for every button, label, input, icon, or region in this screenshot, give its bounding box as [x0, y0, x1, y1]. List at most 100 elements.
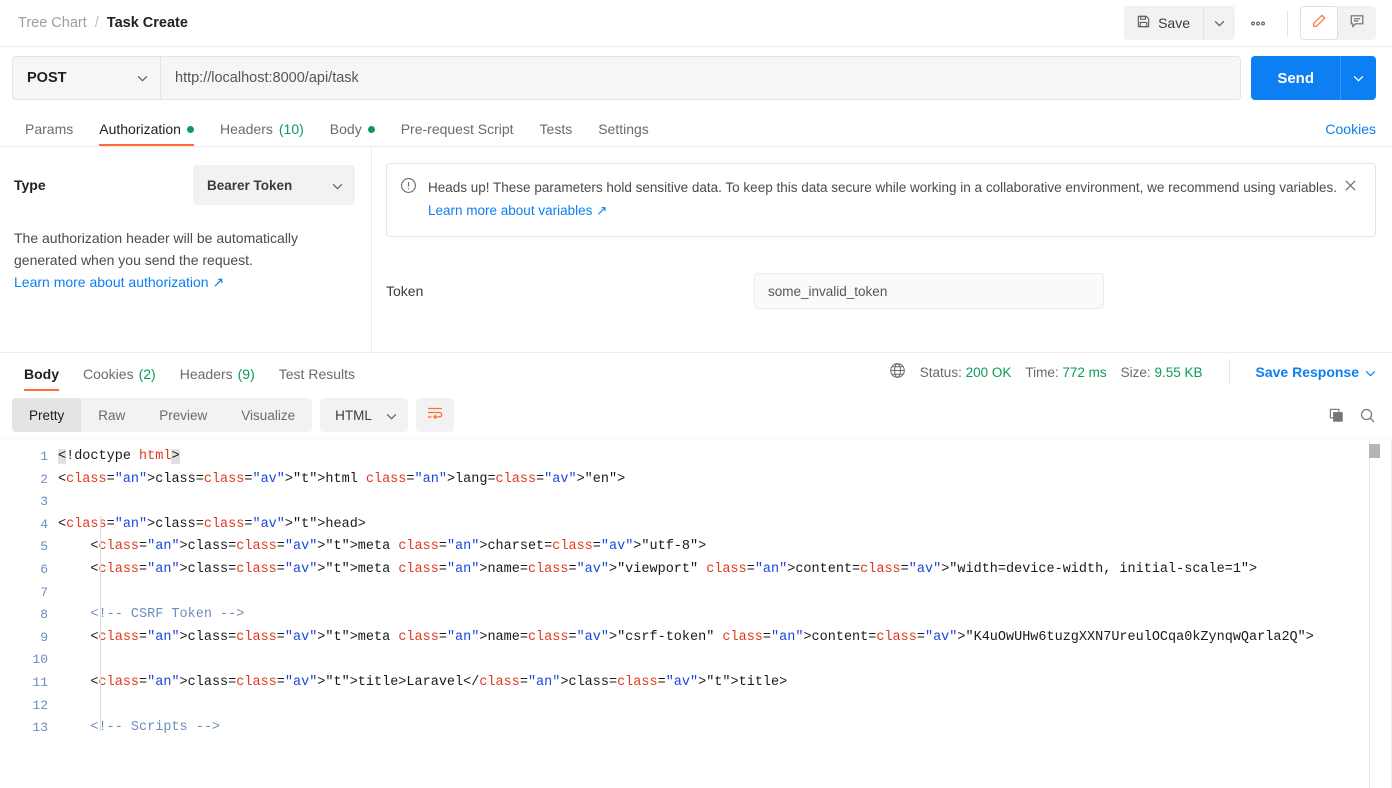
response-format-label: HTML [335, 407, 372, 423]
chevron-down-icon [1365, 364, 1376, 380]
response-tab-test-results-label: Test Results [278, 366, 356, 382]
response-header: Body Cookies (2) Headers (9) Test Result… [0, 352, 1392, 391]
response-tab-headers-label: Headers [179, 366, 233, 382]
status-divider [1228, 359, 1230, 385]
send-button[interactable]: Send [1251, 56, 1340, 100]
top-bar: Tree Chart / Task Create Save [0, 0, 1392, 47]
comment-icon [1349, 13, 1365, 34]
banner-message: Heads up! These parameters hold sensitiv… [428, 180, 1337, 195]
tab-body[interactable]: Body [317, 121, 388, 146]
line-number: 13 [32, 720, 48, 736]
tab-headers-label: Headers [219, 121, 273, 137]
auth-detail-column: Heads up! These parameters hold sensitiv… [372, 147, 1392, 352]
pencil-icon-button[interactable] [1300, 6, 1338, 40]
banner-text-block: Heads up! These parameters hold sensitiv… [420, 176, 1339, 222]
line-number: 2 [40, 471, 48, 487]
token-input[interactable]: some_invalid_token [754, 273, 1104, 309]
time-value: 772 ms [1062, 364, 1107, 380]
status-label: Status: [919, 364, 962, 380]
response-format-toolbar: Pretty Raw Preview Visualize HTML [0, 391, 1392, 439]
pencil-icon [1311, 13, 1327, 34]
tab-headers[interactable]: Headers (10) [207, 121, 317, 146]
auth-type-select[interactable]: Bearer Token [193, 165, 355, 205]
response-format-select[interactable]: HTML [320, 398, 408, 432]
comment-icon-button[interactable] [1338, 6, 1376, 40]
view-mode-raw[interactable]: Raw [81, 398, 142, 432]
tab-pre-request-script-label: Pre-request Script [400, 121, 514, 137]
tab-authorization-label: Authorization [99, 121, 181, 137]
tab-authorization[interactable]: Authorization [86, 121, 207, 146]
cookies-link[interactable]: Cookies [1325, 121, 1376, 146]
auth-description-block: The authorization header will be automat… [14, 227, 355, 293]
view-mode-preview[interactable]: Preview [142, 398, 224, 432]
request-tabs: Params Authorization Headers (10) Body P… [0, 109, 1392, 147]
tab-settings-label: Settings [598, 121, 649, 137]
response-tab-cookies[interactable]: Cookies (2) [71, 366, 168, 391]
response-tab-test-results[interactable]: Test Results [267, 366, 367, 391]
auth-description: The authorization header will be automat… [14, 230, 299, 268]
http-method-select[interactable]: POST [13, 57, 161, 99]
url-input[interactable]: http://localhost:8000/api/task [161, 57, 1241, 99]
line-number: 7 [40, 584, 48, 600]
tab-params[interactable]: Params [12, 121, 86, 146]
response-body-code[interactable]: 1 2 3 4 5 6 7 8 9 10 11 12 13 <!doctype … [0, 439, 1392, 788]
save-options-caret[interactable] [1203, 6, 1235, 40]
breadcrumb-current: Task Create [106, 15, 188, 31]
save-response-label: Save Response [1255, 364, 1360, 380]
postman-window: Tree Chart / Task Create Save POST http:… [0, 0, 1392, 788]
status-value: 200 OK [965, 364, 1012, 380]
response-tab-headers[interactable]: Headers (9) [168, 366, 267, 391]
code-text: <!doctype html> <class="an">class=class=… [58, 449, 1314, 736]
line-number: 8 [40, 607, 48, 623]
response-tab-body[interactable]: Body [12, 366, 71, 391]
floppy-disk-icon [1136, 14, 1151, 32]
banner-variables-link[interactable]: Learn more about variables ↗ [428, 203, 607, 218]
token-row: Token some_invalid_token [386, 273, 1376, 309]
chevron-down-icon [386, 408, 397, 423]
tab-tests[interactable]: Tests [527, 121, 586, 146]
tab-pre-request-script[interactable]: Pre-request Script [388, 121, 527, 146]
code-scrollbar-track[interactable] [1369, 440, 1370, 788]
response-tab-body-label: Body [24, 366, 59, 382]
more-options-button[interactable] [1241, 6, 1275, 40]
send-options-caret[interactable] [1340, 56, 1376, 100]
copy-icon[interactable] [1328, 407, 1345, 424]
time-label: Time: [1025, 364, 1059, 380]
word-wrap-button[interactable] [415, 398, 454, 432]
code-scrollbar-thumb[interactable] [1369, 444, 1380, 458]
view-mode-pretty[interactable]: Pretty [12, 398, 82, 432]
line-number: 12 [32, 697, 48, 713]
size-label: Size: [1120, 364, 1151, 380]
toolbar-divider [1287, 10, 1288, 36]
tab-headers-count: (10) [278, 121, 304, 137]
send-group: Send [1251, 56, 1376, 100]
save-group: Save [1124, 6, 1235, 40]
response-tabs: Body Cookies (2) Headers (9) Test Result… [12, 353, 367, 391]
save-response-button[interactable]: Save Response [1256, 364, 1377, 380]
line-number: 3 [40, 494, 48, 510]
tab-body-label: Body [329, 121, 362, 137]
url-bar: POST http://localhost:8000/api/task [12, 56, 1242, 100]
response-tab-cookies-count: (2) [138, 366, 156, 382]
tab-tests-label: Tests [539, 121, 573, 137]
auth-learn-more-link[interactable]: Learn more about authorization ↗ [14, 274, 224, 290]
auth-type-label: Type [14, 177, 46, 193]
breadcrumb-separator: / [94, 15, 99, 31]
tab-settings[interactable]: Settings [585, 121, 662, 146]
top-bar-actions: Save [1124, 6, 1376, 40]
fold-guide [100, 516, 101, 731]
tab-params-label: Params [25, 121, 74, 137]
close-icon[interactable] [1339, 176, 1361, 222]
view-mode-visualize[interactable]: Visualize [224, 398, 312, 432]
auth-type-column: Type Bearer Token The authorization head… [0, 147, 372, 352]
save-button[interactable]: Save [1124, 6, 1203, 40]
status-group: Status: 200 OK [920, 365, 1012, 380]
breadcrumb-parent[interactable]: Tree Chart [18, 15, 87, 31]
line-number-gutter: 1 2 3 4 5 6 7 8 9 10 11 12 13 [0, 440, 58, 788]
view-toggle-group [1300, 6, 1376, 40]
size-value: 9.55 KB [1154, 364, 1203, 380]
alert-circle-icon [400, 176, 420, 222]
time-group: Time: 772 ms [1025, 365, 1106, 380]
search-icon[interactable] [1359, 407, 1376, 424]
code-content[interactable]: <!doctype html> <class="an">class=class=… [58, 440, 1392, 788]
